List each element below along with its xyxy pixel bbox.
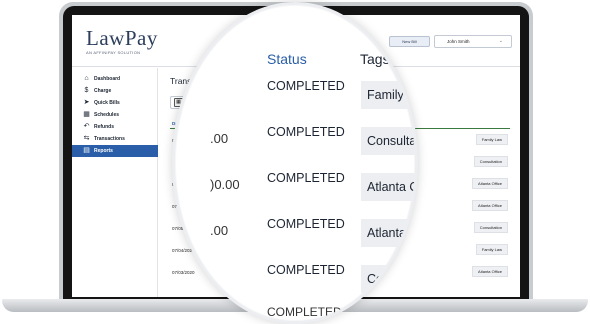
sidebar-item-label: Refunds [94, 124, 114, 130]
sidebar-item-label: Transactions [94, 136, 125, 142]
chevron-down-icon: ⌄ [498, 38, 503, 44]
magnified-status-partial: COMPLETED [267, 305, 342, 319]
row-status: COMPLETED [267, 263, 345, 277]
sidebar: ⌂ Dashboard $ Charge ➤ Quick Bills ▦ Sch… [72, 68, 158, 297]
user-name: John Smith [447, 39, 470, 44]
lawpay-logo[interactable]: LawPay [86, 27, 166, 49]
row-amount: .00 [210, 223, 229, 238]
row-tag: Consultation [473, 222, 508, 233]
sidebar-item-label: Dashboard [94, 76, 121, 82]
transfer-icon: ⇆ [83, 135, 90, 142]
magnified-row[interactable]: .00 COMPLETED Consultation [175, 125, 415, 165]
row-status: COMPLETED [267, 79, 345, 93]
logo-subtitle: AN AFFINIPAY SOLUTION [86, 50, 141, 55]
sidebar-item-charge[interactable]: $ Charge [72, 85, 158, 97]
magnified-row[interactable]: .00 COMPLETED Atlanta Office [175, 217, 415, 257]
row-status: COMPLETED [267, 125, 345, 139]
undo-icon: ↶ [83, 123, 90, 130]
send-icon: ➤ [83, 99, 90, 106]
sidebar-item-quick-bills[interactable]: ➤ Quick Bills [72, 97, 158, 109]
row-amount: .00 [210, 131, 229, 146]
magnified-row[interactable]: )0.00 COMPLETED Atlanta Office [175, 171, 415, 211]
row-tag: Family Law [475, 244, 508, 255]
magnifier-lens: Status Tags COMPLETED Family Law .00 COM… [172, 2, 418, 324]
chart-icon: ▤ [83, 147, 90, 154]
row-tag: Family Law [361, 81, 415, 109]
row-tag: Atlanta Office [361, 219, 415, 247]
tags-column-header[interactable]: Tags [360, 51, 390, 67]
dollar-icon: $ [84, 87, 89, 94]
row-status: COMPLETED [267, 171, 345, 185]
new-bill-button[interactable]: New Bill [389, 36, 430, 47]
sidebar-item-dashboard[interactable]: ⌂ Dashboard [72, 73, 158, 85]
calendar-icon: ▦ [83, 111, 90, 118]
sidebar-item-label: Charge [94, 88, 112, 94]
row-tag: Atlanta Office [361, 173, 415, 201]
row-tag: Consultation [361, 265, 415, 293]
sidebar-item-schedules[interactable]: ▦ Schedules [72, 109, 158, 121]
home-icon: ⌂ [84, 75, 89, 82]
user-dropdown[interactable]: John Smith ⌄ [434, 35, 512, 48]
row-tag: Consultation [361, 127, 415, 155]
status-column-header[interactable]: Status [267, 51, 307, 67]
sidebar-item-refunds[interactable]: ↶ Refunds [72, 121, 158, 133]
row-tag: Family Law [475, 134, 508, 145]
row-tag: Atlanta Office [472, 266, 508, 277]
row-tag: Consultation [473, 156, 508, 167]
magnified-row[interactable]: COMPLETED Consultation [175, 263, 415, 303]
sidebar-item-label: Reports [94, 148, 113, 154]
row-status: COMPLETED [267, 217, 345, 231]
sidebar-item-label: Schedules [94, 112, 120, 118]
row-tag: Atlanta Office [472, 200, 508, 211]
row-amount: )0.00 [210, 177, 240, 192]
magnified-row[interactable]: COMPLETED Family Law [175, 79, 415, 119]
sidebar-item-transactions[interactable]: ⇆ Transactions [72, 133, 158, 145]
row-tag: Atlanta Office [472, 178, 508, 189]
sidebar-item-reports[interactable]: ▤ Reports [72, 145, 158, 157]
sidebar-item-label: Quick Bills [94, 100, 120, 106]
